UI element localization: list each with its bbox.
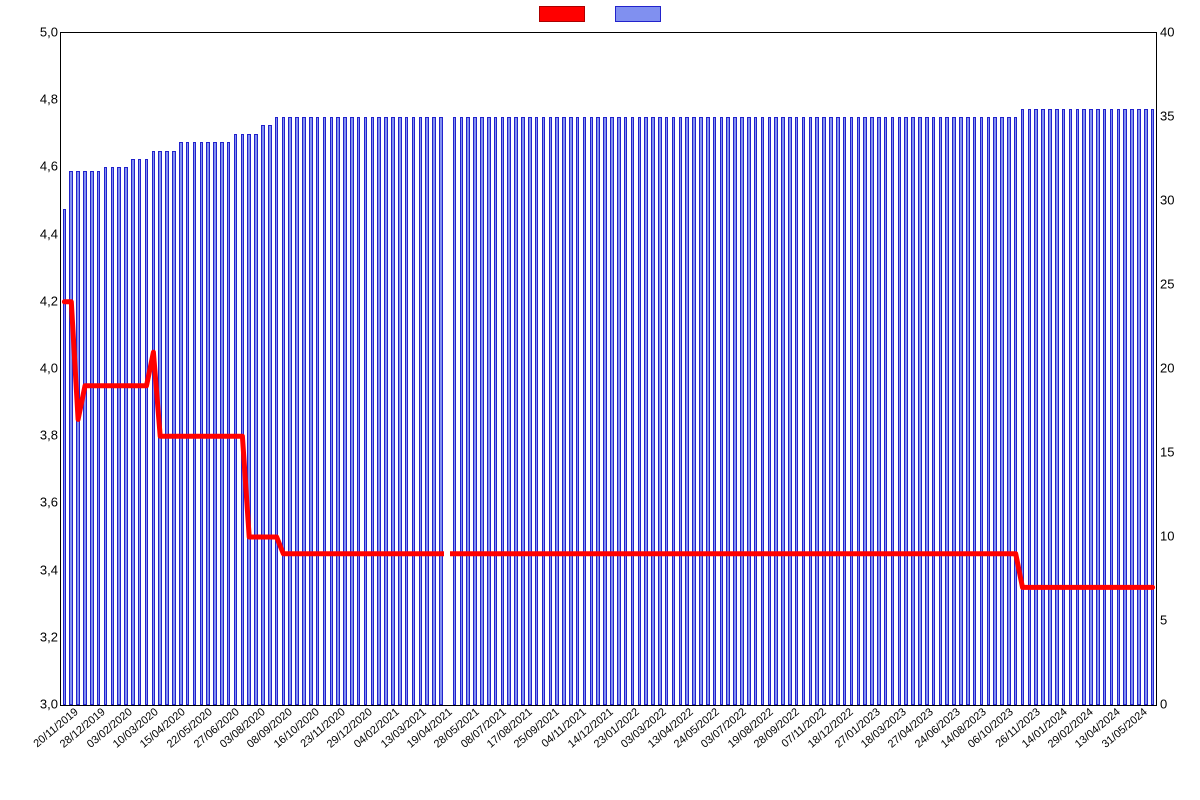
y-right-tick: 40	[1160, 25, 1200, 40]
y-left-tick: 3,0	[0, 697, 58, 712]
legend-swatch-series2	[615, 6, 661, 22]
y-left-tick: 4,0	[0, 361, 58, 376]
y-axis-right: 0510152025303540	[1160, 32, 1200, 704]
y-left-tick: 4,4	[0, 226, 58, 241]
y-axis-left: 3,03,23,43,63,84,04,24,44,64,85,0	[0, 32, 58, 704]
line-series	[61, 33, 1156, 705]
data-gap	[444, 33, 450, 705]
y-right-tick: 20	[1160, 361, 1200, 376]
y-right-tick: 0	[1160, 697, 1200, 712]
y-left-tick: 3,2	[0, 629, 58, 644]
y-right-tick: 15	[1160, 445, 1200, 460]
y-left-tick: 3,4	[0, 562, 58, 577]
y-right-tick: 5	[1160, 613, 1200, 628]
legend-swatch-series1	[539, 6, 585, 22]
y-left-tick: 4,6	[0, 159, 58, 174]
y-right-tick: 25	[1160, 277, 1200, 292]
x-axis: 20/11/201928/12/201903/02/202010/03/2020…	[60, 706, 1155, 796]
y-left-tick: 4,2	[0, 293, 58, 308]
y-right-tick: 10	[1160, 529, 1200, 544]
y-right-tick: 35	[1160, 109, 1200, 124]
y-left-tick: 4,8	[0, 92, 58, 107]
y-left-tick: 3,8	[0, 428, 58, 443]
chart-container: 3,0 3,2 3,4 3,6 3,8 4,0 4,2 4,4 4,6 4,8 5,0 0 5 10 15…	[0, 0, 1200, 800]
y-left-tick: 5,0	[0, 25, 58, 40]
y-right-tick: 30	[1160, 193, 1200, 208]
y-left-tick: 3,6	[0, 495, 58, 510]
legend	[0, 6, 1200, 22]
plot-area	[60, 32, 1157, 706]
